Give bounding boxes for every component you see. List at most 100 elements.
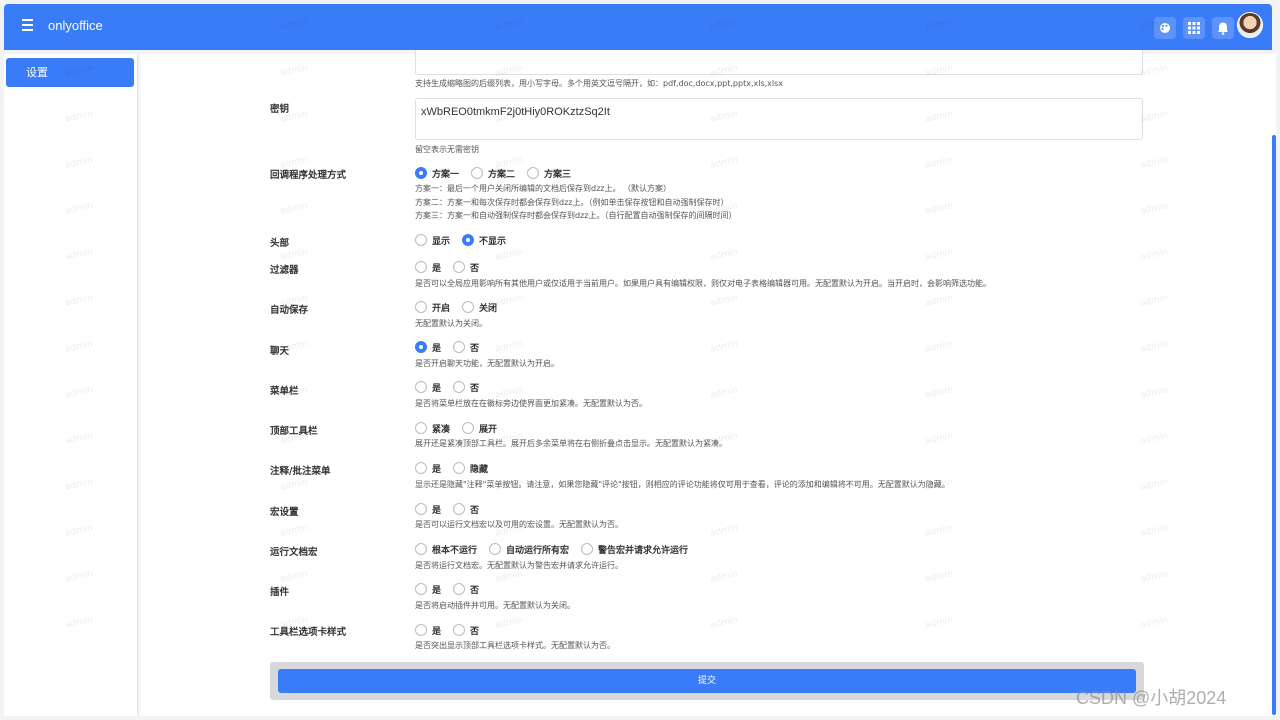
callback-hint-2: 方案二：方案一和每次保存时都会保存到dzz上。（例如单击保存按钮和自动强制保存时…	[415, 198, 729, 207]
callback-hint-3: 方案三：方案一和自动强制保存时都会保存到dzz上。（自行配置自动强制保存的间隔时…	[415, 211, 737, 220]
filter-option-yes[interactable]: 是	[415, 261, 441, 274]
radio-circle[interactable]	[415, 261, 427, 273]
macros-settings-hint: 是否可以运行文档宏以及可用的宏设置。无配置默认为否。	[415, 520, 623, 529]
radio-circle[interactable]	[527, 167, 540, 179]
autosave-option-off[interactable]: 关闭	[462, 301, 497, 314]
user-avatar[interactable]	[1237, 12, 1263, 38]
menubar-hint: 是否将菜单栏放在在徽标旁边使界面更加紧凑。无配置默认为否。	[415, 399, 647, 408]
comments-hint: 显示还是隐藏"注释"菜单按钮。请注意，如果您隐藏"评论"按钮，则相应的评论功能将…	[415, 480, 950, 489]
plugins-radio-group: 是 否	[415, 582, 491, 596]
menubar-option-no[interactable]: 否	[453, 381, 479, 394]
chat-option-no[interactable]: 否	[453, 341, 479, 354]
header-option-show[interactable]: 显示	[415, 234, 450, 247]
radio-circle[interactable]	[415, 381, 427, 393]
run-macros-option-never[interactable]: 根本不运行	[415, 543, 477, 556]
callback-option-2[interactable]: 方案二	[471, 167, 515, 180]
header-option-hide[interactable]: 不显示	[462, 234, 506, 247]
filter-hint: 是否可以全局应用影响所有其他用户或仅适用于当前用户。如果用户具有编辑权限，则仅对…	[415, 279, 991, 288]
hamburger-menu-icon[interactable]	[22, 19, 34, 35]
toolbar-tabs-label: 工具栏选项卡样式	[270, 627, 347, 638]
toptoolbar-radio-group: 紧凑 展开	[415, 421, 509, 435]
submit-button[interactable]: 提交	[278, 669, 1136, 693]
run-macros-hint: 是否将运行文档宏。无配置默认为警告宏并请求允许运行。	[415, 561, 623, 570]
secret-value: xWbREO0tmkmF2j0tHiy0ROKztzSq2It	[421, 106, 610, 118]
radio-circle[interactable]	[489, 543, 502, 555]
run-macros-label: 运行文档宏	[270, 547, 318, 558]
plugins-option-yes[interactable]: 是	[415, 583, 441, 596]
header-label: 头部	[270, 238, 290, 249]
menubar-radio-group: 是 否	[415, 380, 491, 394]
radio-circle[interactable]	[415, 422, 427, 434]
thumbnail-ext-hint: 支持生成缩略图的后缀列表，用小写字母。多个用英文逗号隔开，如：pdf,doc,d…	[415, 79, 784, 88]
radio-circle[interactable]	[453, 261, 466, 273]
radio-circle[interactable]	[453, 503, 466, 515]
radio-circle[interactable]	[462, 234, 475, 246]
macros-settings-option-no[interactable]: 否	[453, 503, 479, 516]
header-radio-group: 显示 不显示	[415, 233, 518, 247]
radio-circle[interactable]	[415, 341, 427, 353]
csdn-watermark: CSDN @小胡2024	[1076, 688, 1227, 708]
radio-circle[interactable]	[415, 624, 427, 636]
radio-circle[interactable]	[415, 503, 427, 515]
filter-option-no[interactable]: 否	[453, 261, 479, 274]
menubar-option-yes[interactable]: 是	[415, 381, 441, 394]
toolbar-tabs-option-no[interactable]: 否	[453, 624, 479, 637]
menubar-label: 菜单栏	[270, 386, 299, 397]
autosave-label: 自动保存	[270, 305, 309, 316]
plugins-hint: 是否将启动插件并可用。无配置默认为关闭。	[415, 601, 575, 610]
plugins-option-no[interactable]: 否	[453, 583, 479, 596]
callback-option-3[interactable]: 方案三	[527, 167, 571, 180]
macros-settings-option-yes[interactable]: 是	[415, 503, 441, 516]
radio-circle[interactable]	[453, 624, 466, 636]
radio-circle[interactable]	[415, 301, 427, 313]
chat-label: 聊天	[270, 346, 290, 357]
toolbar-tabs-option-yes[interactable]: 是	[415, 624, 441, 637]
comments-option-yes[interactable]: 是	[415, 462, 441, 475]
secret-hint: 留空表示无需密钥	[415, 145, 479, 154]
run-macros-option-warn[interactable]: 警告宏并请求允许运行	[581, 543, 688, 556]
apps-grid-icon[interactable]	[1183, 17, 1205, 39]
bell-icon[interactable]	[1212, 17, 1234, 39]
radio-circle[interactable]	[453, 583, 466, 595]
radio-circle[interactable]	[471, 167, 484, 179]
comments-option-hide[interactable]: 隐藏	[453, 462, 488, 475]
callback-label: 回调程序处理方式	[270, 170, 347, 181]
radio-circle[interactable]	[415, 543, 427, 555]
sidebar: 设置	[4, 54, 138, 716]
autosave-option-on[interactable]: 开启	[415, 301, 450, 314]
run-macros-option-auto[interactable]: 自动运行所有宏	[489, 543, 569, 556]
comments-label: 注释/批注菜单	[270, 466, 331, 477]
app-title: onlyoffice	[48, 18, 103, 33]
secret-input[interactable]	[415, 98, 1143, 140]
radio-circle[interactable]	[415, 234, 427, 246]
filter-radio-group: 是 否	[415, 260, 491, 274]
radio-circle[interactable]	[462, 422, 475, 434]
scrollbar-thumb[interactable]	[1272, 135, 1276, 715]
radio-circle[interactable]	[462, 301, 475, 313]
radio-circle[interactable]	[453, 462, 466, 474]
toptoolbar-hint: 展开还是紧凑顶部工具栏。展开后多余菜单将在右侧折叠点击显示。无配置默认为紧凑。	[415, 439, 727, 448]
palette-icon[interactable]	[1154, 17, 1176, 39]
top-header-bar: onlyoffice	[4, 4, 1272, 50]
toolbar-tabs-hint: 是否突出显示顶部工具栏选项卡样式。无配置默认为否。	[415, 641, 615, 650]
comments-radio-group: 是 隐藏	[415, 461, 500, 475]
radio-circle[interactable]	[415, 462, 427, 474]
main-content	[140, 54, 1276, 716]
sidebar-item-settings[interactable]: 设置	[6, 58, 134, 87]
radio-circle[interactable]	[415, 583, 427, 595]
radio-circle[interactable]	[581, 543, 594, 555]
filter-label: 过滤器	[270, 265, 299, 276]
chat-hint: 是否开启聊天功能，无配置默认为开启。	[415, 359, 559, 368]
radio-circle[interactable]	[453, 341, 466, 353]
autosave-hint: 无配置默认为关闭。	[415, 319, 487, 328]
radio-circle[interactable]	[453, 381, 466, 393]
callback-option-1[interactable]: 方案一	[415, 167, 459, 180]
chat-option-yes[interactable]: 是	[415, 341, 441, 354]
toptoolbar-option-expand[interactable]: 展开	[462, 422, 497, 435]
radio-circle[interactable]	[415, 167, 427, 179]
callback-hint-1: 方案一：最后一个用户关闭所编辑的文档后保存到dzz上。 （默认方案）	[415, 184, 672, 193]
macros-settings-radio-group: 是 否	[415, 502, 491, 516]
toptoolbar-option-compact[interactable]: 紧凑	[415, 422, 450, 435]
secret-label: 密钥	[270, 104, 290, 115]
thumbnail-ext-input[interactable]	[415, 50, 1143, 75]
